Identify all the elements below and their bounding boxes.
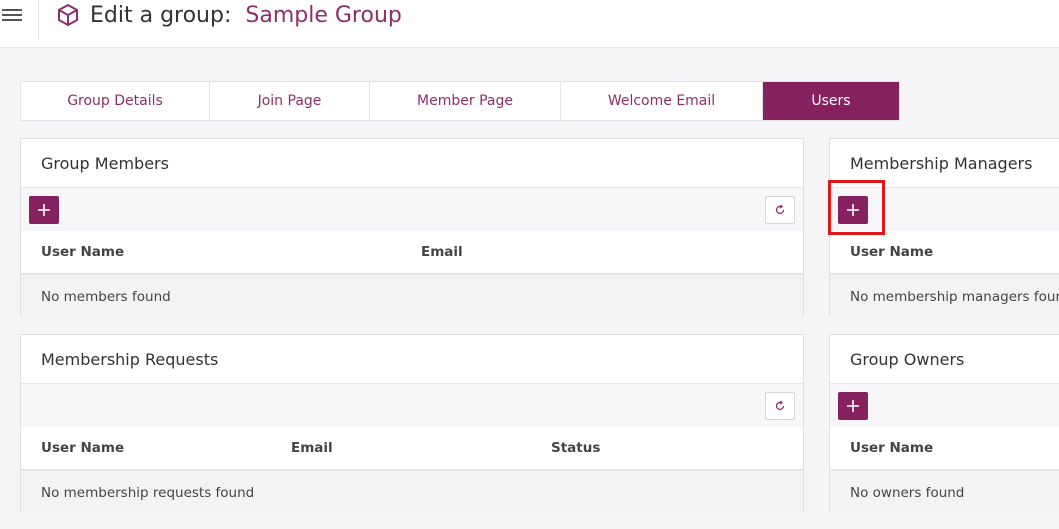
membership-requests-toolbar: [21, 384, 803, 427]
empty-message: No membership managers found: [850, 289, 1059, 305]
group-owners-toolbar: [830, 384, 1059, 427]
group-members-empty-row: No members found: [21, 275, 803, 317]
membership-requests-empty-row: No membership requests found: [21, 471, 803, 513]
group-name: Sample Group: [245, 2, 402, 28]
refresh-requests-button[interactable]: [765, 392, 795, 420]
title-prefix: Edit a group:: [90, 2, 232, 28]
group-members-toolbar: [21, 188, 803, 231]
page-title: Edit a group: Sample Group: [56, 1, 402, 29]
column-header-status: Status: [551, 440, 601, 456]
hamburger-menu-icon[interactable]: [2, 6, 22, 24]
column-header-user-name: User Name: [41, 440, 125, 456]
column-header-user-name: User Name: [850, 440, 934, 456]
top-bar: Edit a group: Sample Group: [0, 0, 1059, 48]
group-owners-panel: Group Owners User Name No owners found: [829, 334, 1059, 513]
membership-requests-panel: Membership Requests User Name Email Stat…: [20, 334, 804, 513]
group-members-table-header: User Name Email: [21, 231, 803, 275]
membership-managers-toolbar: [830, 188, 1059, 231]
tab-join-page[interactable]: Join Page: [210, 82, 370, 120]
empty-message: No members found: [41, 289, 171, 305]
empty-message: No membership requests found: [41, 485, 255, 501]
add-member-button[interactable]: [29, 196, 59, 224]
membership-managers-title: Membership Managers: [830, 139, 1059, 188]
plus-icon: [847, 400, 859, 412]
refresh-members-button[interactable]: [765, 196, 795, 224]
column-header-email: Email: [421, 244, 463, 260]
membership-requests-title: Membership Requests: [21, 335, 803, 384]
group-members-panel: Group Members User Name Email No members…: [20, 138, 804, 317]
tab-bar: Group Details Join Page Member Page Welc…: [20, 81, 900, 121]
top-divider: [38, 0, 39, 40]
group-owners-title: Group Owners: [830, 335, 1059, 384]
membership-requests-table-header: User Name Email Status: [21, 427, 803, 471]
plus-icon: [38, 204, 50, 216]
group-owners-empty-row: No owners found: [830, 471, 1059, 513]
group-owners-table-header: User Name: [830, 427, 1059, 471]
tab-group-details[interactable]: Group Details: [21, 82, 210, 120]
tab-welcome-email[interactable]: Welcome Email: [561, 82, 763, 120]
column-header-user-name: User Name: [850, 244, 934, 260]
empty-message: No owners found: [850, 485, 965, 501]
membership-managers-table-header: User Name: [830, 231, 1059, 275]
cube-icon: [58, 4, 78, 26]
membership-managers-empty-row: No membership managers found: [830, 275, 1059, 317]
add-owner-button[interactable]: [838, 392, 868, 420]
add-manager-button[interactable]: [838, 196, 868, 224]
membership-managers-panel: Membership Managers User Name No members…: [829, 138, 1059, 317]
plus-icon: [847, 204, 859, 216]
column-header-email: Email: [291, 440, 333, 456]
group-members-title: Group Members: [21, 139, 803, 188]
column-header-user-name: User Name: [41, 244, 125, 260]
refresh-icon: [775, 400, 785, 411]
tab-member-page[interactable]: Member Page: [370, 82, 561, 120]
tab-users[interactable]: Users: [763, 82, 899, 120]
refresh-icon: [775, 204, 785, 215]
